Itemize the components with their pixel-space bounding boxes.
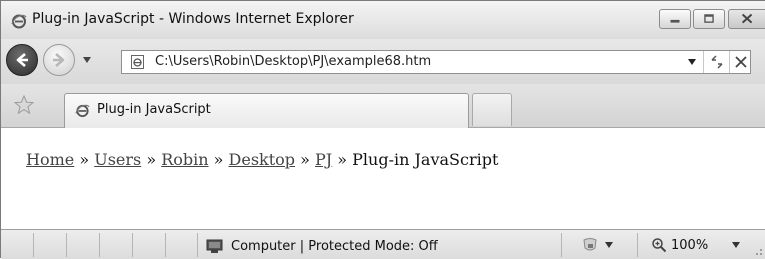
new-tab-button[interactable] xyxy=(472,93,512,126)
address-dropdown-button[interactable] xyxy=(685,55,699,69)
breadcrumb-separator: » xyxy=(300,150,315,169)
security-zone[interactable]: Computer | Protected Mode: Off xyxy=(205,237,438,255)
breadcrumb-link-desktop[interactable]: Desktop xyxy=(229,150,296,169)
page-icon xyxy=(129,54,145,70)
status-divider xyxy=(33,233,34,257)
protected-mode-button[interactable] xyxy=(581,236,623,254)
minimize-button[interactable] xyxy=(659,9,691,29)
chevron-down-icon xyxy=(732,242,740,248)
status-divider xyxy=(561,233,562,257)
status-divider xyxy=(66,233,67,257)
close-icon xyxy=(735,56,747,68)
status-bar: Computer | Protected Mode: Off 100% xyxy=(1,229,765,259)
breadcrumb-link-home[interactable]: Home xyxy=(26,150,74,169)
divider xyxy=(729,51,730,73)
zoom-control[interactable]: 100% xyxy=(651,236,708,254)
breadcrumb-separator: » xyxy=(146,150,162,169)
breadcrumb-separator: » xyxy=(79,150,95,169)
breadcrumb: Home » Users » Robin » Desktop » PJ » Pl… xyxy=(26,150,498,169)
breadcrumb-link-robin[interactable]: Robin xyxy=(161,150,208,169)
chevron-down-icon xyxy=(83,57,91,63)
stop-button[interactable] xyxy=(732,52,750,72)
maximize-button[interactable] xyxy=(693,9,725,29)
zoom-dropdown-button[interactable] xyxy=(731,240,741,250)
zoom-icon xyxy=(652,238,667,253)
breadcrumb-link-users[interactable]: Users xyxy=(94,150,141,169)
ie-logo-icon xyxy=(10,12,27,29)
recent-pages-dropdown[interactable] xyxy=(80,54,94,66)
tab-plug-in-javascript[interactable]: Plug-in JavaScript xyxy=(64,93,469,128)
close-window-button[interactable] xyxy=(728,9,765,29)
chevron-down-icon xyxy=(605,242,613,248)
forward-button[interactable] xyxy=(43,44,75,76)
divider xyxy=(703,51,704,73)
computer-icon xyxy=(205,238,223,254)
page-content: Home » Users » Robin » Desktop » PJ » Pl… xyxy=(1,128,765,229)
status-divider xyxy=(99,233,100,257)
breadcrumb-current: Plug-in JavaScript xyxy=(352,150,499,169)
resize-grip-icon[interactable] xyxy=(753,246,763,256)
status-divider xyxy=(197,233,198,257)
refresh-icon xyxy=(711,55,723,69)
back-arrow-icon xyxy=(16,53,28,67)
back-button[interactable] xyxy=(6,44,38,76)
address-bar[interactable]: C:\Users\Robin\Desktop\PJ\example68.htm xyxy=(121,50,751,74)
title-bar[interactable]: Plug-in JavaScript - Windows Internet Ex… xyxy=(1,1,765,39)
lock-shield-icon xyxy=(583,238,597,251)
navigation-bar: C:\Users\Robin\Desktop\PJ\example68.htm xyxy=(1,39,765,84)
refresh-button[interactable] xyxy=(708,53,726,71)
window-title: Plug-in JavaScript - Windows Internet Ex… xyxy=(32,11,354,27)
status-divider xyxy=(165,233,166,257)
favorites-star-icon[interactable] xyxy=(11,92,37,118)
ie-logo-icon xyxy=(74,102,90,118)
status-divider xyxy=(132,233,133,257)
tab-label: Plug-in JavaScript xyxy=(97,102,211,117)
zone-text: Computer | Protected Mode: Off xyxy=(231,238,438,254)
breadcrumb-separator: » xyxy=(337,150,353,169)
zoom-level: 100% xyxy=(671,237,709,253)
url-text[interactable]: C:\Users\Robin\Desktop\PJ\example68.htm xyxy=(155,54,431,69)
tab-bar: Plug-in JavaScript xyxy=(1,84,765,128)
status-divider xyxy=(637,233,638,257)
browser-window: Plug-in JavaScript - Windows Internet Ex… xyxy=(0,0,765,259)
breadcrumb-link-pj[interactable]: PJ xyxy=(315,150,332,169)
forward-arrow-icon xyxy=(53,53,65,67)
chevron-down-icon xyxy=(688,59,696,65)
breadcrumb-separator: » xyxy=(213,150,229,169)
